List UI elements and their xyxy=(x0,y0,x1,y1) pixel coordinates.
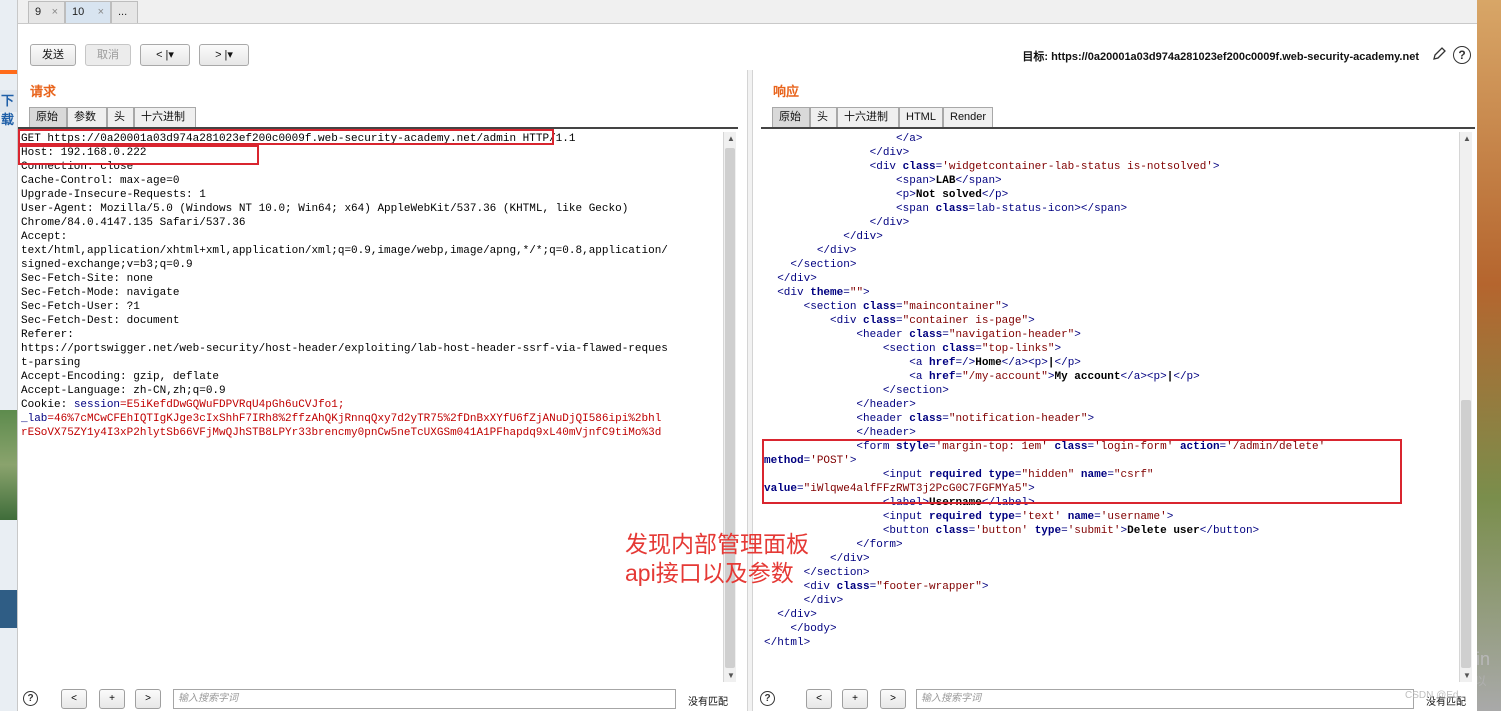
response-tab-headers[interactable]: 头 xyxy=(810,107,837,127)
request-line: Accept-Encoding: gzip, deflate xyxy=(21,371,220,383)
help-icon[interactable]: ? xyxy=(760,691,775,706)
request-line: signed-exchange;v=b3;q=0.9 xyxy=(21,259,193,271)
request-line: Sec-Fetch-Site: none xyxy=(21,273,154,285)
back-button[interactable]: < |▾ xyxy=(140,44,190,66)
scroll-thumb[interactable] xyxy=(725,148,735,668)
scroll-up-icon[interactable]: ▲ xyxy=(727,134,735,143)
desktop-left-edge: 下载 xyxy=(0,0,18,711)
response-tab-render[interactable]: Render xyxy=(943,107,993,127)
tab-9[interactable]: 9 × xyxy=(28,1,65,23)
response-tab-raw[interactable]: 原始 xyxy=(772,107,810,127)
forward-button[interactable]: > |▾ xyxy=(199,44,249,66)
annotation-text: 发现内部管理面板 api接口以及参数 xyxy=(625,530,809,588)
help-icon[interactable]: ? xyxy=(1453,46,1471,64)
request-line: t-parsing xyxy=(21,357,81,369)
request-text[interactable]: GET https://0a20001a03d974a281023ef200c0… xyxy=(21,132,668,440)
tab-label: 10 xyxy=(72,6,85,18)
request-line-cookie: rESoVX75ZY1y4I3xP2hlytSb66VFjMwQJhSTB8LP… xyxy=(21,427,662,439)
highlight-admin-form xyxy=(762,439,1402,504)
response-scrollbar[interactable]: ▲ ▼ xyxy=(1459,132,1472,682)
csdn-watermark: CSDN @Ed... xyxy=(1405,690,1467,701)
search-add-button[interactable]: + xyxy=(99,689,125,709)
response-search-bar: ? < + > 输入搜索字词 没有匹配 xyxy=(753,685,1477,711)
response-text[interactable]: </a> </div> <div class='widgetcontainer-… xyxy=(764,132,1325,650)
search-input[interactable]: 输入搜索字词 xyxy=(916,689,1414,709)
request-line: Accept: xyxy=(21,231,68,243)
tab-10[interactable]: 10 × xyxy=(65,1,111,23)
edit-icon[interactable] xyxy=(1431,46,1447,62)
search-prev-button[interactable]: < xyxy=(806,689,832,709)
request-line: Sec-Fetch-Mode: navigate xyxy=(21,287,180,299)
annotation-line1: 发现内部管理面板 xyxy=(625,531,809,557)
request-line: Accept-Language: zh-CN,zh;q=0.9 xyxy=(21,385,226,397)
request-line-cookie: _lab=46%7cMCwCFEhIQTIgKJge3cIxShhF7IRh8%… xyxy=(21,412,668,426)
request-line: Cache-Control: max-age=0 xyxy=(21,175,180,187)
scroll-down-icon[interactable]: ▼ xyxy=(1463,671,1471,680)
request-editor[interactable]: GET https://0a20001a03d974a281023ef200c0… xyxy=(18,127,738,685)
request-line: https://portswigger.net/web-security/hos… xyxy=(21,343,668,355)
annotation-line2: api接口以及参数 xyxy=(625,560,794,586)
request-tab-params[interactable]: 参数 xyxy=(67,107,107,127)
request-line: Upgrade-Insecure-Requests: 1 xyxy=(21,189,206,201)
search-next-button[interactable]: > xyxy=(135,689,161,709)
response-panel: 响应 原始 头 十六进制 HTML Render </a> </div> <di… xyxy=(753,70,1477,711)
request-line: Referer: xyxy=(21,329,74,341)
desktop-image xyxy=(0,410,17,520)
request-tab-hex[interactable]: 十六进制 xyxy=(134,107,196,127)
request-line: Chrome/84.0.4147.135 Safari/537.36 xyxy=(21,217,246,229)
close-icon[interactable]: × xyxy=(98,2,104,22)
desktop-accent-bar xyxy=(0,70,17,74)
target-label: 目标: https://0a20001a03d974a281023ef200c0… xyxy=(1022,51,1419,63)
request-title: 请求 xyxy=(30,84,57,99)
request-line: Sec-Fetch-User: ?1 xyxy=(21,301,140,313)
request-tab-headers[interactable]: 头 xyxy=(107,107,134,127)
desktop-block xyxy=(0,590,17,628)
desktop-right-edge xyxy=(1477,0,1501,711)
request-line: text/html,application/xhtml+xml,applicat… xyxy=(21,245,668,257)
scroll-up-icon[interactable]: ▲ xyxy=(1463,134,1471,143)
help-icon[interactable]: ? xyxy=(23,691,38,706)
tab-label: 9 xyxy=(35,6,42,18)
cookie-key: session xyxy=(73,399,121,411)
repeater-tab-bar: 9 × 10 × ... xyxy=(18,0,1477,24)
response-title: 响应 xyxy=(773,84,800,99)
scroll-down-icon[interactable]: ▼ xyxy=(727,671,735,680)
cookie-key: _lab xyxy=(21,413,48,425)
desktop-text: 下载 xyxy=(0,90,17,127)
request-line-cookie: Cookie: session=E5iKefdDwGQWuFDPVRqU4pGh… xyxy=(21,398,668,412)
close-icon[interactable]: × xyxy=(52,2,58,22)
cookie-label: Cookie: xyxy=(21,399,74,411)
scroll-thumb[interactable] xyxy=(1461,400,1471,668)
response-tab-hex[interactable]: 十六进制 xyxy=(837,107,899,127)
cookie-value: =46%7cMCwCFEhIQTIgKJge3cIxShhF7IRh8%2ffz… xyxy=(47,413,662,425)
response-editor[interactable]: </a> </div> <div class='widgetcontainer-… xyxy=(761,127,1475,685)
search-next-button[interactable]: > xyxy=(880,689,906,709)
cancel-button[interactable]: 取消 xyxy=(85,44,131,66)
request-scrollbar[interactable]: ▲ ▼ xyxy=(723,132,736,682)
highlight-request-line xyxy=(18,129,554,145)
response-tab-html[interactable]: HTML xyxy=(899,107,943,127)
highlight-host-header xyxy=(18,145,259,165)
search-add-button[interactable]: + xyxy=(842,689,868,709)
toolbar: 发送 取消 < |▾ > |▾ 目标: https://0a20001a03d9… xyxy=(18,24,1477,70)
tab-label: ... xyxy=(118,6,128,18)
search-input[interactable]: 输入搜索字词 xyxy=(173,689,676,709)
request-line: User-Agent: Mozilla/5.0 (Windows NT 10.0… xyxy=(21,203,629,215)
search-prev-button[interactable]: < xyxy=(61,689,87,709)
send-button[interactable]: 发送 xyxy=(30,44,76,66)
match-count: 没有匹配 xyxy=(688,697,728,708)
request-panel: 请求 原始 参数 头 十六进制 GET https://0a20001a03d9… xyxy=(18,70,747,711)
cookie-value: =E5iKefdDwGQWuFDPVRqU4pGh6uCVJfo1; xyxy=(120,399,345,411)
request-tab-raw[interactable]: 原始 xyxy=(29,107,67,127)
request-search-bar: ? < + > 输入搜索字词 没有匹配 xyxy=(18,685,747,711)
tab-more[interactable]: ... xyxy=(111,1,138,23)
request-line: Sec-Fetch-Dest: document xyxy=(21,315,180,327)
